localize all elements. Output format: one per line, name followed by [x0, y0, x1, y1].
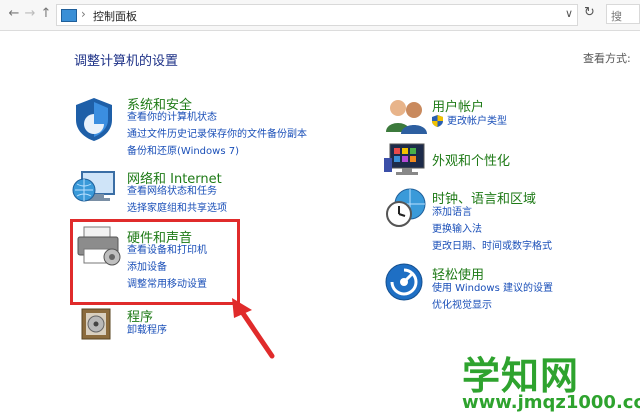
link-change-date-time-format[interactable]: 更改日期、时间或数字格式: [432, 241, 552, 253]
category-appearance[interactable]: 外观和个性化: [432, 150, 510, 169]
shield-icon[interactable]: [72, 96, 116, 142]
up-button[interactable]: ↑: [38, 6, 54, 21]
category-ease-of-access[interactable]: 轻松使用: [432, 264, 484, 283]
watermark-url: www.jmqz1000.com: [462, 392, 640, 413]
user-accounts-icon[interactable]: [384, 96, 428, 134]
refresh-icon[interactable]: ↻: [584, 5, 595, 20]
clock-globe-icon[interactable]: [384, 186, 428, 228]
category-clock-language-region[interactable]: 时钟、语言和区域: [432, 188, 536, 207]
appearance-icon[interactable]: [384, 140, 428, 180]
red-arrow-annotation: [232, 298, 275, 359]
link-view-computer-status[interactable]: 查看你的计算机状态: [127, 112, 217, 124]
link-change-account-type[interactable]: 更改帐户类型: [447, 116, 507, 128]
breadcrumb[interactable]: 控制面板: [93, 8, 137, 24]
address-toolbar: ← → ↑ › 控制面板 ∨ ↻ 搜: [0, 0, 640, 31]
chevron-down-icon[interactable]: ∨: [565, 7, 573, 20]
breadcrumb-separator: ›: [81, 7, 86, 21]
link-network-status[interactable]: 查看网络状态和任务: [127, 186, 217, 198]
link-optimize-visual-display[interactable]: 优化视觉显示: [432, 300, 492, 312]
link-recommended-settings[interactable]: 使用 Windows 建议的设置: [432, 283, 553, 295]
category-user-accounts[interactable]: 用户帐户: [432, 96, 484, 115]
programs-icon[interactable]: [80, 305, 116, 343]
category-network-internet[interactable]: 网络和 Internet: [127, 168, 222, 187]
back-button[interactable]: ←: [6, 6, 22, 21]
network-globe-icon[interactable]: [72, 166, 118, 208]
view-by-label[interactable]: 查看方式:: [583, 50, 631, 66]
search-input[interactable]: 搜: [606, 4, 640, 24]
forward-button[interactable]: →: [22, 6, 38, 21]
highlight-box: [70, 219, 240, 305]
link-uninstall-program[interactable]: 卸载程序: [127, 325, 167, 337]
page-title: 调整计算机的设置: [74, 54, 179, 69]
link-file-history[interactable]: 通过文件历史记录保存你的文件备份副本: [127, 129, 307, 141]
category-system-security[interactable]: 系统和安全: [127, 94, 192, 113]
link-homegroup-sharing[interactable]: 选择家庭组和共享选项: [127, 203, 227, 215]
link-change-input-method[interactable]: 更换输入法: [432, 224, 482, 236]
address-bar[interactable]: › 控制面板 ∨: [56, 4, 578, 26]
ease-of-access-icon[interactable]: [384, 262, 424, 302]
category-programs[interactable]: 程序: [127, 306, 153, 325]
uac-shield-icon: [432, 115, 443, 127]
control-panel-icon: [61, 9, 77, 22]
link-add-language[interactable]: 添加语言: [432, 207, 472, 219]
link-backup-restore[interactable]: 备份和还原(Windows 7): [127, 146, 239, 158]
